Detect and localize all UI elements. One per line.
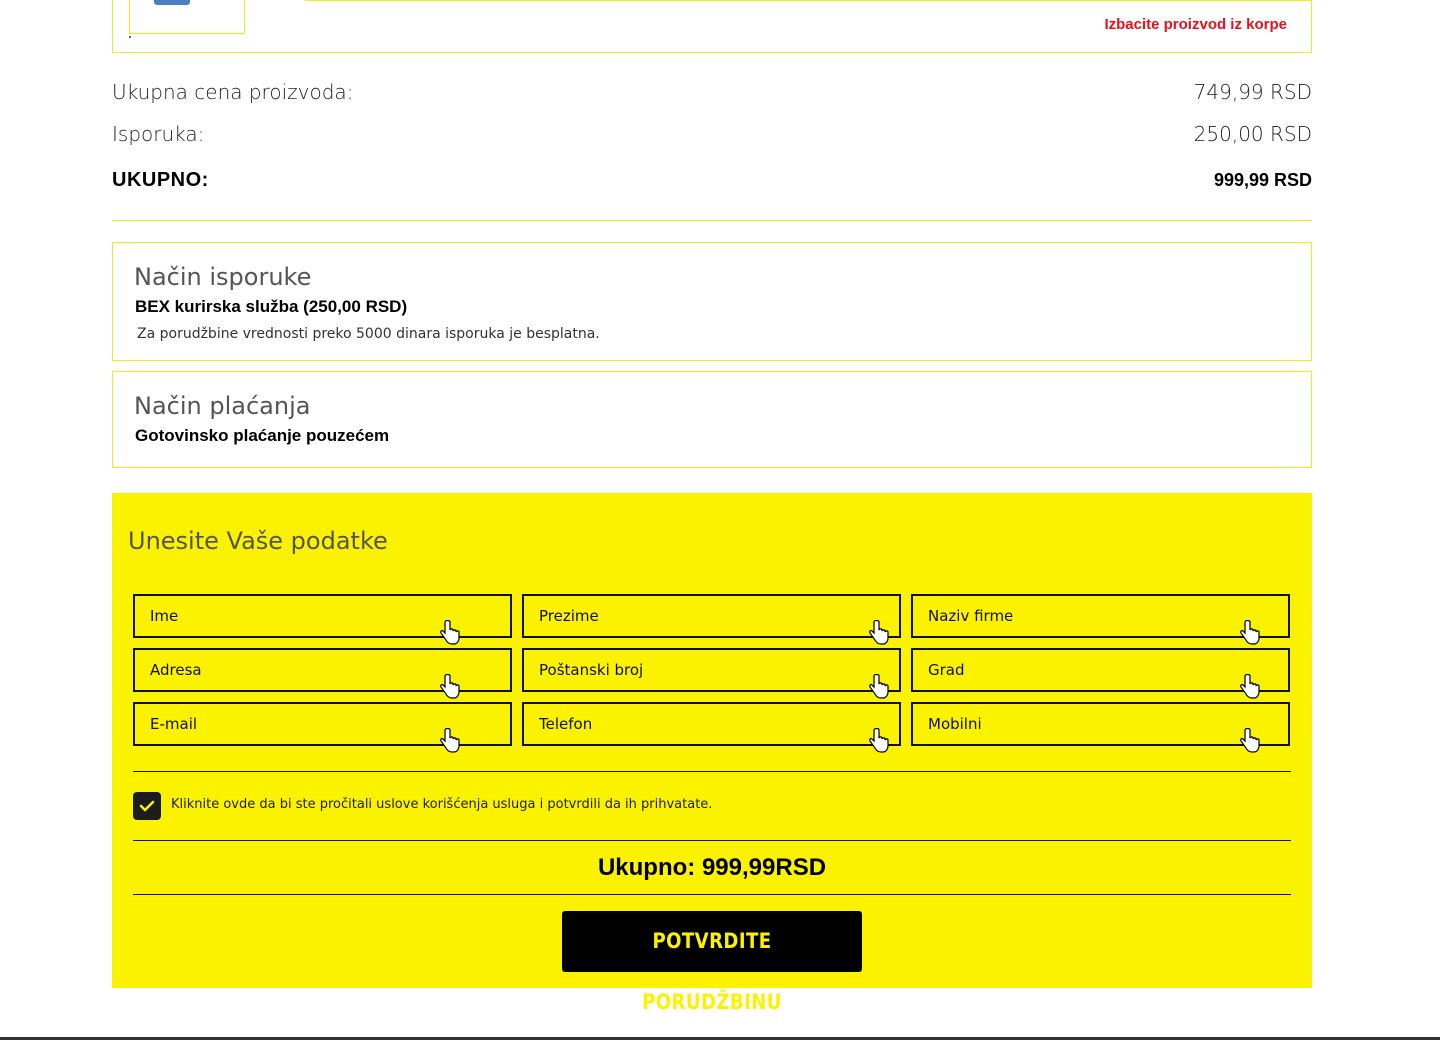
form-divider — [133, 840, 1291, 841]
confirm-order-button[interactable]: POTVRDITE PORUDŽBINU — [562, 911, 862, 1014]
remove-from-cart-link[interactable]: Izbacite proizvod iz korpe — [1104, 16, 1287, 33]
total-label: UKUPNO: — [112, 169, 209, 191]
terms-checkbox[interactable] — [133, 792, 161, 820]
form-divider — [133, 894, 1291, 895]
delivery-note: Za porudžbine vrednosti preko 5000 dinar… — [137, 326, 600, 342]
postal-code-field[interactable] — [522, 648, 901, 699]
first-name-field[interactable] — [133, 594, 512, 645]
hand-cursor-icon — [869, 674, 889, 699]
checkmark-icon — [139, 800, 155, 812]
products-price-label: Ukupna cena proizvoda: — [112, 80, 354, 104]
city-field[interactable] — [911, 648, 1290, 699]
form-divider — [133, 771, 1291, 772]
hand-cursor-icon — [440, 728, 460, 753]
delivery-method: BEX kurirska služba (250,00 RSD) — [135, 297, 408, 316]
total-value: 999,99 RSD — [1213, 170, 1312, 190]
hand-cursor-icon — [440, 674, 460, 699]
shipping-value: 250,00 RSD — [1193, 122, 1312, 146]
phone-input[interactable] — [524, 704, 899, 744]
payment-title: Način plaćanja — [134, 392, 311, 420]
payment-method-box: Način plaćanja Gotovinsko plaćanje pouze… — [112, 371, 1312, 468]
decorative-dot — [129, 36, 131, 38]
address-field[interactable] — [133, 648, 512, 699]
cart-item: Izbacite proizvod iz korpe — [112, 0, 1312, 53]
hand-cursor-icon — [869, 620, 889, 645]
company-input[interactable] — [913, 596, 1288, 636]
postal-code-input[interactable] — [524, 650, 899, 690]
customer-form: Unesite Vaše podatke Klikn — [112, 493, 1312, 1014]
mobile-field[interactable] — [911, 702, 1290, 753]
order-total-value: 999,99RSD — [701, 854, 827, 881]
delivery-title: Način isporuke — [134, 263, 312, 291]
terms-link[interactable]: Kliknite ovde da bi ste pročitali uslove… — [171, 797, 712, 812]
delivery-method-box: Način isporuke BEX kurirska služba (250,… — [112, 242, 1312, 361]
order-total-label: Ukupno: — [597, 854, 696, 881]
hand-cursor-icon — [1240, 728, 1260, 753]
product-thumbnail[interactable] — [129, 0, 245, 34]
hand-cursor-icon — [869, 728, 889, 753]
last-name-input[interactable] — [524, 596, 899, 636]
city-input[interactable] — [913, 650, 1288, 690]
product-image — [154, 0, 190, 5]
hand-cursor-icon — [1240, 620, 1260, 645]
confirm-order-label: POTVRDITE PORUDŽBINU — [642, 929, 782, 1014]
shipping-label: Isporuka: — [112, 122, 205, 146]
products-price-value: 749,99 RSD — [1193, 80, 1312, 104]
payment-method: Gotovinsko plaćanje pouzećem — [135, 426, 390, 445]
hand-cursor-icon — [440, 620, 460, 645]
company-field[interactable] — [911, 594, 1290, 645]
mobile-input[interactable] — [913, 704, 1288, 744]
summary-divider — [112, 220, 1312, 221]
order-total: Ukupno: 999,99RSD — [112, 854, 1312, 882]
form-title: Unesite Vaše podatke — [128, 527, 388, 555]
phone-field[interactable] — [522, 702, 901, 753]
email-field[interactable] — [133, 702, 512, 753]
last-name-field[interactable] — [522, 594, 901, 645]
item-divider — [305, 0, 1312, 1]
hand-cursor-icon — [1240, 674, 1260, 699]
